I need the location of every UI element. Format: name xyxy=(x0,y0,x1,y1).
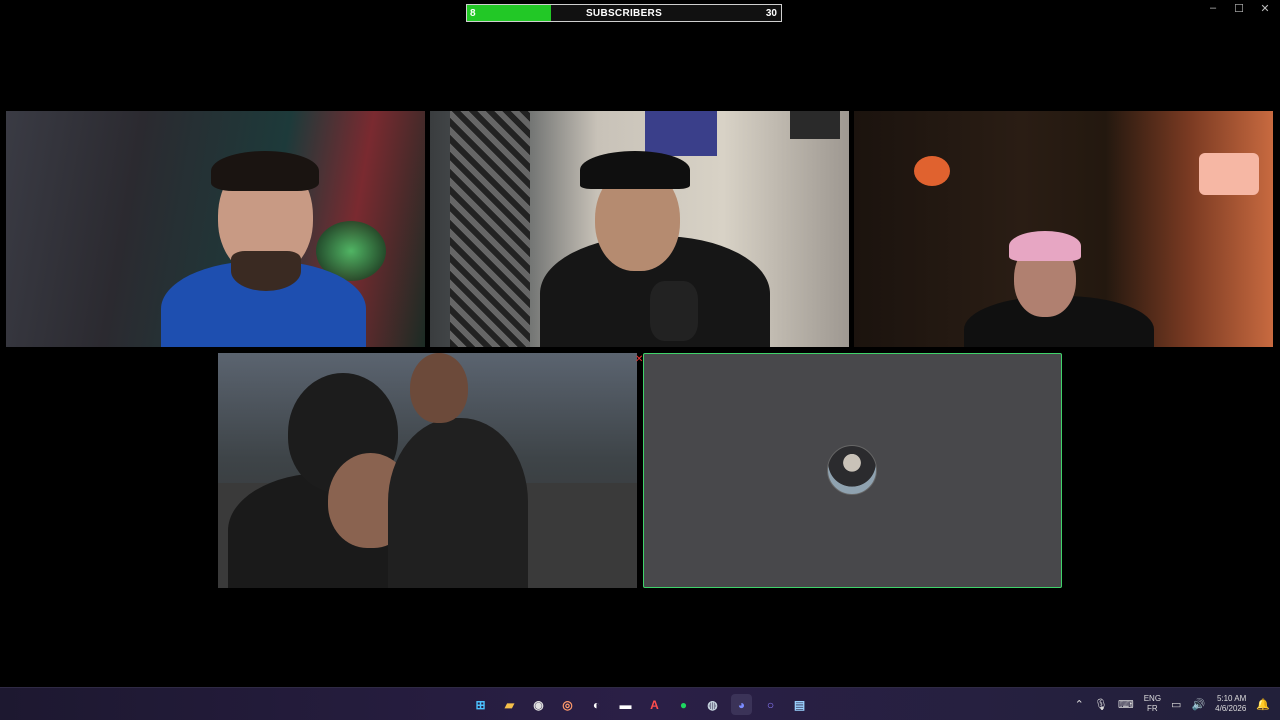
capcut-icon[interactable]: ▬ xyxy=(615,694,636,715)
maximize-button[interactable]: ☐ xyxy=(1232,2,1246,15)
clock-time: 5:10 AM xyxy=(1216,694,1247,703)
start-icon[interactable]: ⊞ xyxy=(470,694,491,715)
window-controls: – ☐ ✕ xyxy=(1206,2,1272,15)
pendant-lamp xyxy=(914,156,950,186)
keyboard-icon[interactable]: ⌨ xyxy=(1118,698,1134,711)
language-primary: ENG xyxy=(1143,694,1162,703)
language-indicator[interactable]: ENG FR xyxy=(1144,694,1161,714)
taskbar: ⊞ ▰ ◉ ◎ ◐ ▬ A ● ◍ ◕ ○ ▤ ⌃ 🎙 ⌨ ENG FR ▭ 🔊 5:10 AM 4/… xyxy=(0,687,1280,720)
clock-date: 4/6/2026 xyxy=(1215,704,1247,713)
video-tile-1[interactable] xyxy=(6,111,425,347)
wall-poster xyxy=(645,111,717,156)
close-icon[interactable]: ✕ xyxy=(635,354,643,365)
subscriber-goal-bar: 8 SUBSCRIBERS 30 xyxy=(466,4,782,22)
video-tile-5[interactable] xyxy=(643,353,1062,588)
microphone-icon[interactable]: 🎙 xyxy=(1094,698,1108,711)
video-tile-3[interactable] xyxy=(854,111,1273,347)
spotify-icon[interactable]: ● xyxy=(673,694,694,715)
wall-poster xyxy=(790,111,840,139)
volume-icon[interactable]: 🔊 xyxy=(1191,698,1205,711)
close-button[interactable]: ✕ xyxy=(1258,2,1272,15)
minimize-button[interactable]: – xyxy=(1206,2,1220,15)
system-tray: ⌃ 🎙 ⌨ ENG FR ▭ 🔊 5:10 AM 4/6/2026 🔔 xyxy=(1075,688,1270,720)
file-explorer-icon[interactable]: ▰ xyxy=(499,694,520,715)
microphone xyxy=(650,281,698,341)
obs-icon[interactable]: ◐ xyxy=(586,694,607,715)
video-tile-4[interactable] xyxy=(218,353,637,588)
taskbar-apps: ⊞ ▰ ◉ ◎ ◐ ▬ A ● ◍ ◕ ○ ▤ xyxy=(470,694,810,715)
video-tile-2[interactable] xyxy=(430,111,849,347)
app-swirl-icon[interactable]: ◎ xyxy=(557,694,578,715)
notification-bell-icon[interactable]: 🔔 xyxy=(1256,698,1270,711)
adobe-icon[interactable]: A xyxy=(644,694,665,715)
network-icon[interactable]: ▭ xyxy=(1171,698,1181,711)
curtain xyxy=(450,111,530,347)
clock[interactable]: 5:10 AM 4/6/2026 xyxy=(1215,694,1246,714)
participant-avatar xyxy=(827,445,877,495)
chrome-icon[interactable]: ◉ xyxy=(528,694,549,715)
notepad-icon[interactable]: ▤ xyxy=(789,694,810,715)
language-secondary: FR xyxy=(1147,704,1158,713)
steam-icon[interactable]: ◍ xyxy=(702,694,723,715)
discord-icon[interactable]: ◕ xyxy=(731,694,752,715)
chevron-up-icon[interactable]: ⌃ xyxy=(1075,698,1084,711)
floor-lamp xyxy=(1199,153,1259,195)
subscriber-label: SUBSCRIBERS xyxy=(585,8,663,19)
circle-app-icon[interactable]: ○ xyxy=(760,694,781,715)
subscriber-goal: 30 xyxy=(765,8,777,19)
